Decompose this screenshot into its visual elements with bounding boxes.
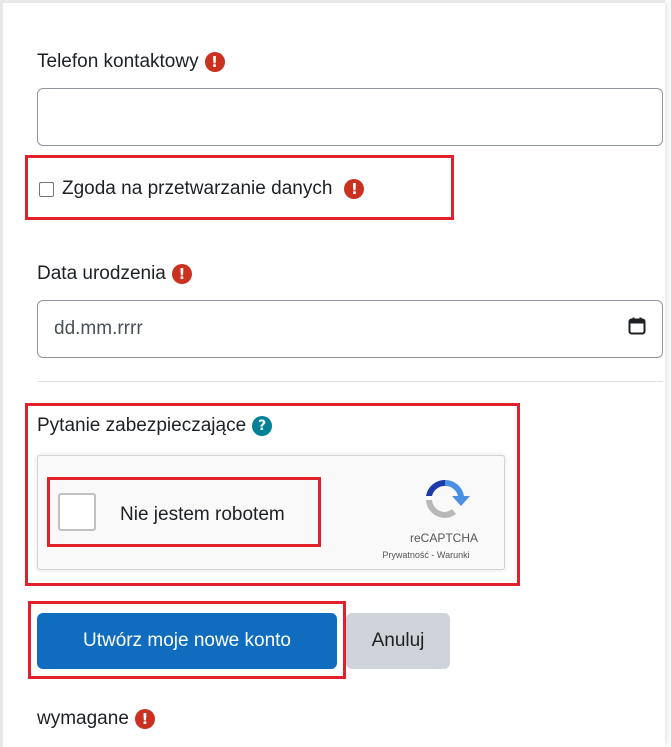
consent-row[interactable]: Zgoda na przetwarzanie danych !: [39, 178, 365, 200]
required-exclamation-icon: !: [134, 709, 155, 729]
signup-form-panel: Telefon kontaktowy ! Zgoda na przetwarza…: [0, 0, 665, 747]
recaptcha-terms-link[interactable]: Warunki: [437, 550, 470, 560]
question-icon[interactable]: ?: [252, 416, 273, 436]
phone-input[interactable]: [37, 88, 663, 146]
required-exclamation-icon: !: [171, 264, 192, 284]
birthdate-input[interactable]: dd.mm.rrrr: [37, 300, 663, 358]
birthdate-label: Data urodzenia: [37, 263, 166, 284]
recaptcha-brand: reCAPTCHA: [409, 531, 478, 545]
consent-checkbox[interactable]: [39, 181, 54, 197]
birthdate-placeholder: dd.mm.rrrr: [54, 318, 143, 339]
recaptcha-checkbox-highlight: [47, 477, 321, 547]
security-label-row: Pytanie zabezpieczające ?: [37, 415, 273, 437]
required-exclamation-icon: !: [204, 52, 225, 72]
cancel-button[interactable]: Anuluj: [346, 613, 450, 669]
security-label: Pytanie zabezpieczające: [37, 415, 247, 436]
consent-label: Zgoda na przetwarzanie danych: [62, 178, 333, 199]
calendar-icon[interactable]: [628, 317, 646, 341]
recaptcha-links: Prywatność - Warunki: [356, 550, 496, 560]
required-note-row: wymagane !: [37, 708, 155, 730]
required-note: wymagane: [37, 708, 129, 729]
required-exclamation-icon: !: [344, 179, 365, 199]
phone-label-row: Telefon kontaktowy !: [37, 51, 225, 73]
recaptcha-logo-icon: [418, 474, 472, 529]
recaptcha-link-separator: -: [428, 550, 437, 560]
section-divider: [37, 381, 663, 382]
phone-label: Telefon kontaktowy: [37, 51, 199, 72]
create-account-button[interactable]: Utwórz moje nowe konto: [37, 613, 337, 669]
birthdate-label-row: Data urodzenia !: [37, 263, 192, 285]
recaptcha-privacy-link[interactable]: Prywatność: [382, 550, 429, 560]
